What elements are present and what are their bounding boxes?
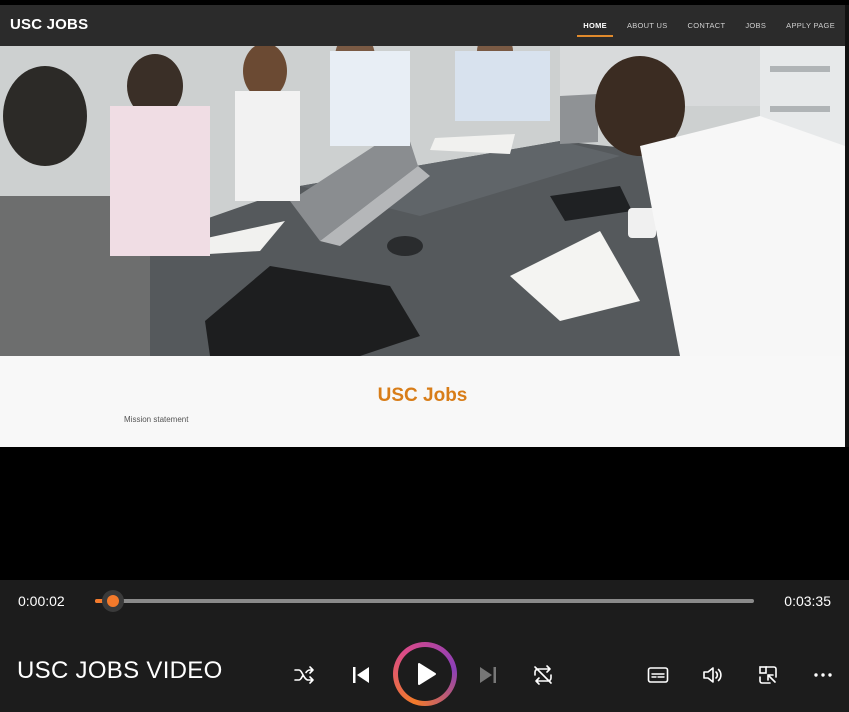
previous-icon (353, 667, 369, 683)
mini-player-button[interactable] (752, 659, 784, 691)
page-scrollbar[interactable] (845, 5, 849, 447)
nav-item-home[interactable]: HOME (573, 5, 617, 46)
more-icon (814, 673, 832, 677)
nav-item-contact[interactable]: CONTACT (678, 5, 736, 46)
player-controls: 0:00:02 0:03:35 USC JOBS VIDEO (0, 580, 849, 712)
more-options-button[interactable] (807, 659, 839, 691)
shuffle-icon (294, 666, 314, 684)
seek-bar[interactable] (95, 590, 754, 612)
hero-image (0, 46, 845, 356)
meeting-photo (0, 46, 845, 356)
nav-item-jobs[interactable]: JOBS (735, 5, 776, 46)
site-navbar: USC JOBS HOME ABOUT US CONTACT JOBS APPL… (0, 5, 845, 46)
next-icon (480, 667, 496, 683)
site-brand[interactable]: USC JOBS (10, 16, 88, 33)
mission-statement: Mission statement (124, 415, 189, 424)
nav-menu: HOME ABOUT US CONTACT JOBS APPLY PAGE (573, 5, 845, 46)
play-button-inner (398, 647, 452, 701)
captions-icon (647, 667, 669, 683)
repeat-button[interactable] (527, 659, 559, 691)
video-area[interactable]: USC JOBS HOME ABOUT US CONTACT JOBS APPL… (0, 0, 849, 580)
next-button[interactable] (472, 659, 504, 691)
current-time: 0:00:02 (18, 593, 65, 609)
seek-thumb[interactable] (101, 590, 124, 612)
nav-item-about-us[interactable]: ABOUT US (617, 5, 678, 46)
nav-item-apply-page[interactable]: APPLY PAGE (776, 5, 845, 46)
mini-player-icon (759, 666, 777, 684)
repeat-icon (534, 665, 552, 685)
play-icon (418, 663, 436, 685)
shuffle-button[interactable] (289, 659, 321, 691)
previous-button[interactable] (345, 659, 377, 691)
site-heading: USC Jobs (377, 385, 468, 406)
total-time: 0:03:35 (784, 593, 831, 609)
video-title: USC JOBS VIDEO (17, 657, 223, 684)
play-button[interactable] (393, 642, 457, 706)
volume-button[interactable] (697, 659, 729, 691)
volume-icon (703, 667, 722, 683)
website-frame: USC JOBS HOME ABOUT US CONTACT JOBS APPL… (0, 5, 845, 447)
captions-button[interactable] (642, 659, 674, 691)
